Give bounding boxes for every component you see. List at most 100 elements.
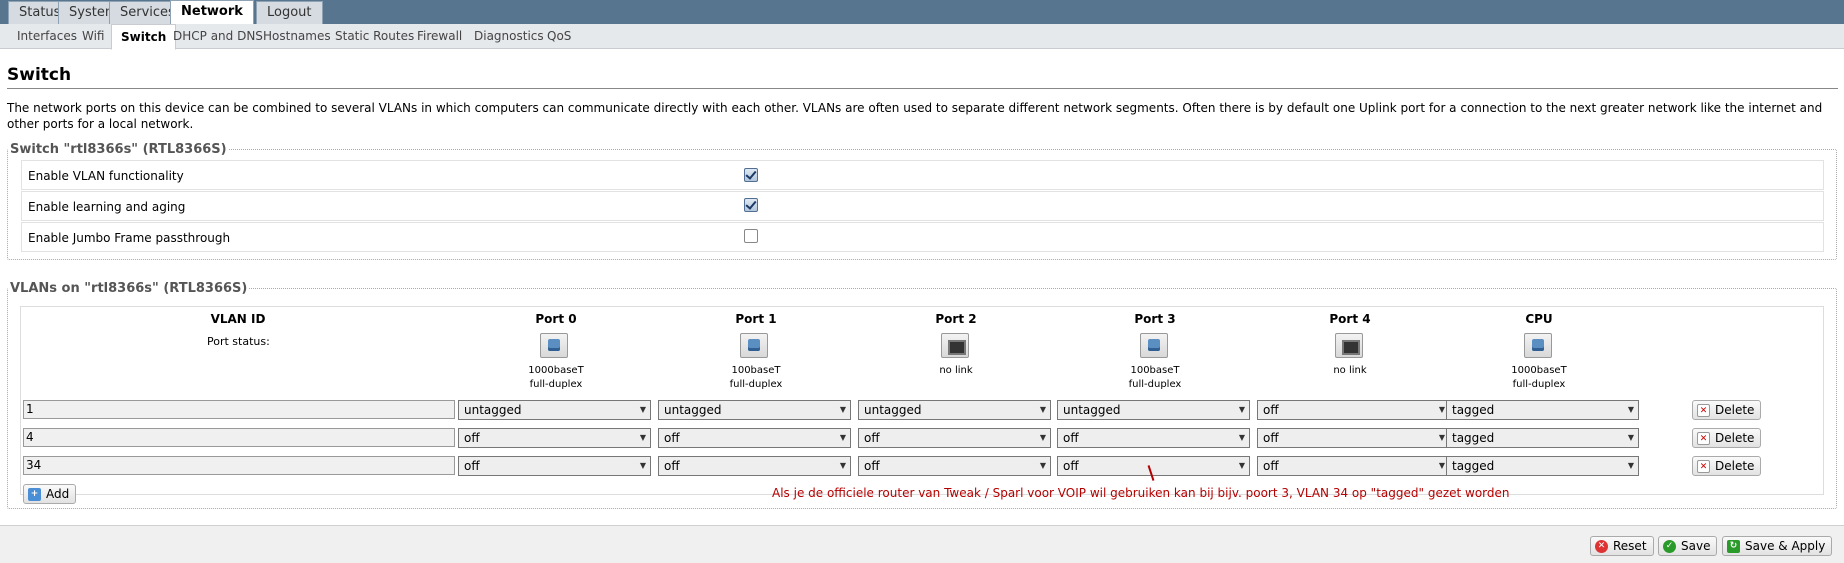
option-row-learning: Enable learning and aging [21, 191, 1824, 221]
dropdown-arrow-icon: ▼ [639, 461, 647, 470]
vlan-id-input[interactable]: 4 [23, 428, 455, 447]
select-value: off [1063, 431, 1079, 445]
select-value: off [1263, 403, 1279, 417]
port2-member-select[interactable]: off ▼ [858, 428, 1051, 448]
dropdown-arrow-icon: ▼ [1627, 433, 1635, 442]
port1-member-select[interactable]: off ▼ [658, 456, 851, 476]
dropdown-arrow-icon: ▼ [639, 433, 647, 442]
port-speed: 100baseT [1130, 365, 1180, 376]
delete-vlan-button[interactable]: ✕ Delete [1692, 400, 1762, 420]
select-value: tagged [1452, 403, 1495, 417]
button-label: Delete [1715, 403, 1755, 417]
port1-member-select[interactable]: off ▼ [658, 428, 851, 448]
reset-icon: ✕ [1595, 540, 1608, 553]
port4-member-select[interactable]: off ▼ [1257, 400, 1450, 420]
dropdown-arrow-icon: ▼ [1627, 461, 1635, 470]
select-value: off [664, 459, 680, 473]
vlan-id-input[interactable]: 34 [23, 456, 455, 475]
port4-member-select[interactable]: off ▼ [1257, 456, 1450, 476]
dropdown-arrow-icon: ▼ [1238, 405, 1246, 414]
col-header-vlan-id: VLAN ID [210, 312, 266, 326]
subtab-wifi[interactable]: Wifi [73, 24, 114, 49]
tab-logout[interactable]: Logout [256, 1, 323, 24]
top-navigation: Status System Services Network Logout [0, 0, 1844, 25]
dropdown-arrow-icon: ▼ [1238, 461, 1246, 470]
col-header-port4: Port 4 [1329, 312, 1371, 326]
port0-member-select[interactable]: untagged ▼ [458, 400, 651, 420]
option-row-vlan: Enable VLAN functionality [21, 160, 1824, 190]
port-up-icon [540, 333, 568, 358]
port0-member-select[interactable]: off ▼ [458, 428, 651, 448]
annotation-note: Als je de officiele router van Tweak / S… [772, 486, 1510, 500]
dropdown-arrow-icon: ▼ [1039, 405, 1047, 414]
select-value: untagged [664, 403, 722, 417]
col-header-cpu: CPU [1525, 312, 1553, 326]
enable-learning-checkbox[interactable] [744, 198, 758, 212]
save-icon: ✓ [1663, 540, 1676, 553]
dropdown-arrow-icon: ▼ [1039, 433, 1047, 442]
page-title: Switch [7, 65, 72, 85]
select-value: untagged [464, 403, 522, 417]
subtab-firewall[interactable]: Firewall [408, 24, 471, 49]
delete-vlan-button[interactable]: ✕ Delete [1692, 428, 1762, 448]
select-value: off [864, 459, 880, 473]
select-value: off [464, 459, 480, 473]
save-button[interactable]: ✓ Save [1658, 536, 1718, 556]
port-duplex: full-duplex [1512, 379, 1566, 390]
delete-icon: ✕ [1697, 404, 1710, 417]
port-speed: no link [939, 365, 973, 376]
button-label: Delete [1715, 459, 1755, 473]
select-value: off [1263, 459, 1279, 473]
apply-icon: ↻ [1727, 540, 1740, 553]
button-label: Reset [1613, 539, 1647, 553]
cpu-member-select[interactable]: tagged ▼ [1446, 400, 1639, 420]
select-value: off [864, 431, 880, 445]
option-label: Enable Jumbo Frame passthrough [28, 231, 231, 245]
add-vlan-button[interactable]: + Add [23, 484, 77, 504]
port-duplex: full-duplex [729, 379, 783, 390]
port-speed: no link [1333, 365, 1367, 376]
enable-jumbo-checkbox[interactable] [744, 229, 758, 243]
delete-vlan-button[interactable]: ✕ Delete [1692, 456, 1762, 476]
dropdown-arrow-icon: ▼ [839, 461, 847, 470]
dropdown-arrow-icon: ▼ [1238, 433, 1246, 442]
port-speed: 1000baseT [528, 365, 584, 376]
port-speed: 100baseT [731, 365, 781, 376]
reset-button[interactable]: ✕ Reset [1590, 536, 1654, 556]
select-value: tagged [1452, 459, 1495, 473]
port3-member-select[interactable]: off ▼ [1057, 456, 1250, 476]
select-value: off [1063, 459, 1079, 473]
port4-member-select[interactable]: off ▼ [1257, 428, 1450, 448]
select-value: off [1263, 431, 1279, 445]
enable-vlan-checkbox[interactable] [744, 168, 758, 182]
port-duplex: full-duplex [529, 379, 583, 390]
title-divider [7, 88, 1838, 89]
port2-member-select[interactable]: off ▼ [858, 456, 1051, 476]
button-label: Save & Apply [1745, 539, 1826, 553]
port-nolink-icon [1335, 333, 1363, 358]
col-header-port0: Port 0 [535, 312, 577, 326]
dropdown-arrow-icon: ▼ [639, 405, 647, 414]
select-value: tagged [1452, 431, 1495, 445]
cpu-member-select[interactable]: tagged ▼ [1446, 456, 1639, 476]
port3-member-select[interactable]: untagged ▼ [1057, 400, 1250, 420]
tab-network[interactable]: Network [170, 0, 254, 25]
dropdown-arrow-icon: ▼ [839, 433, 847, 442]
select-value: off [664, 431, 680, 445]
select-value: untagged [1063, 403, 1121, 417]
port0-member-select[interactable]: off ▼ [458, 456, 651, 476]
sub-navigation: Interfaces Wifi Switch DHCP and DNS Host… [0, 24, 1844, 50]
subtab-qos[interactable]: QoS [538, 24, 580, 49]
cpu-member-select[interactable]: tagged ▼ [1446, 428, 1639, 448]
port3-member-select[interactable]: off ▼ [1057, 428, 1250, 448]
col-header-port1: Port 1 [735, 312, 777, 326]
port-up-icon [740, 333, 768, 358]
port2-member-select[interactable]: untagged ▼ [858, 400, 1051, 420]
button-label: Add [46, 487, 70, 501]
vlan-id-input[interactable]: 1 [23, 400, 455, 419]
port1-member-select[interactable]: untagged ▼ [658, 400, 851, 420]
dropdown-arrow-icon: ▼ [839, 405, 847, 414]
dropdown-arrow-icon: ▼ [1627, 405, 1635, 414]
save-apply-button[interactable]: ↻ Save & Apply [1722, 536, 1833, 556]
option-row-jumbo: Enable Jumbo Frame passthrough [21, 222, 1824, 252]
